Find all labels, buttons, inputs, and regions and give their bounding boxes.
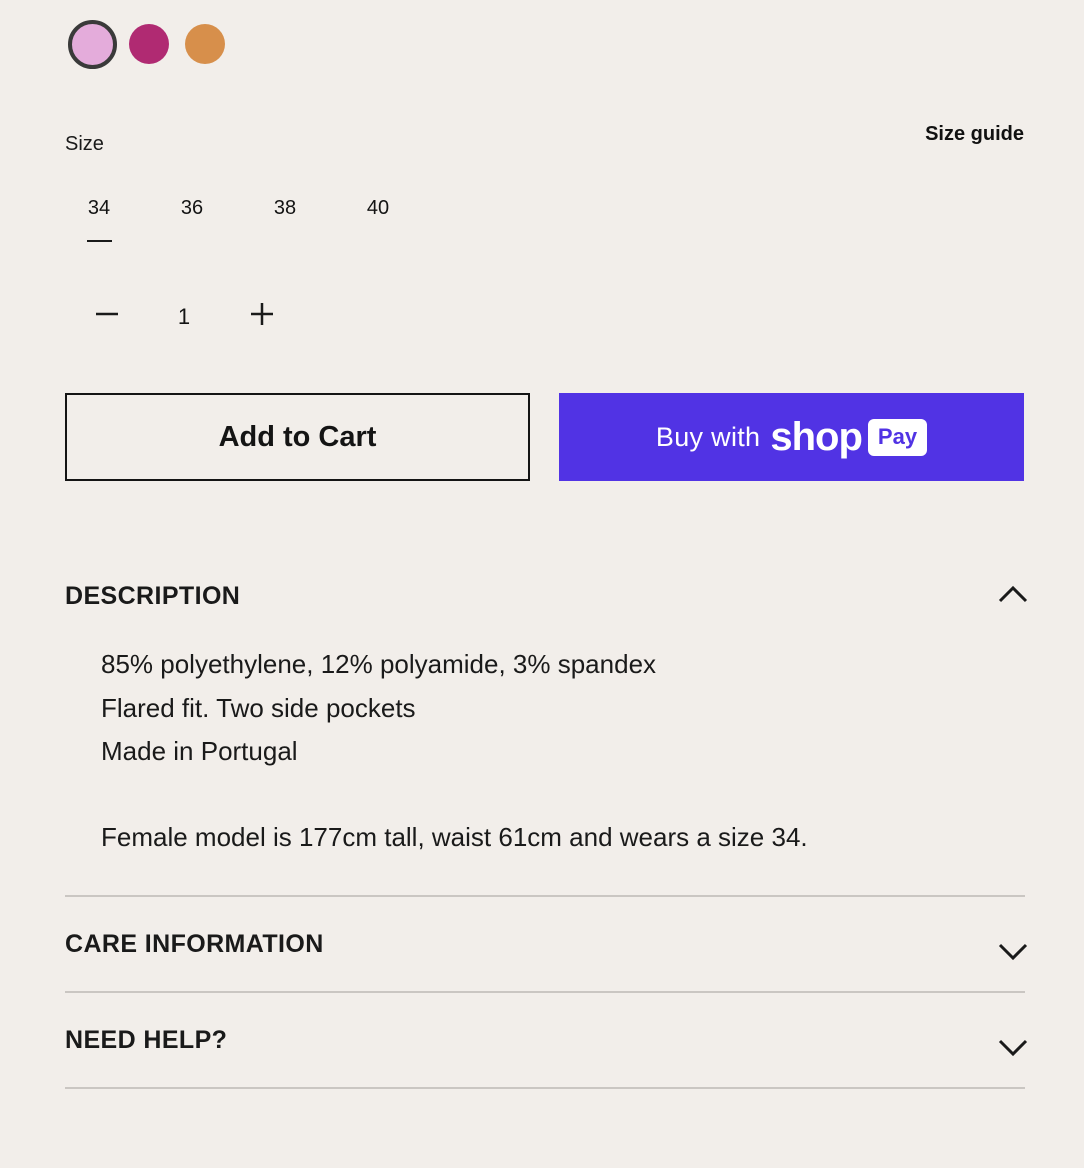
description-line: 85% polyethylene, 12% polyamide, 3% span…: [101, 649, 657, 679]
size-option-40[interactable]: 40: [358, 197, 398, 220]
shop-pay-prefix: Buy with: [655, 421, 761, 452]
description-accordion-header[interactable]: DESCRIPTION: [65, 582, 240, 611]
size-option-34[interactable]: 34: [79, 197, 119, 220]
description-line: Female model is 177cm tall, waist 61cm a…: [101, 822, 808, 852]
chevron-up-icon[interactable]: [997, 583, 1029, 605]
size-label: Size: [65, 133, 104, 155]
shop-pay-button[interactable]: Buy with shop Pay: [559, 393, 1024, 481]
description-line: Made in Portugal: [101, 736, 298, 766]
quantity-increment-button[interactable]: [242, 294, 282, 334]
quantity-value[interactable]: 1: [165, 304, 203, 330]
divider: [65, 1087, 1025, 1089]
chevron-down-icon[interactable]: [997, 941, 1029, 963]
divider: [65, 895, 1025, 897]
chevron-down-icon[interactable]: [997, 1037, 1029, 1059]
color-swatch-pink[interactable]: [68, 20, 117, 69]
plus-icon: [251, 303, 273, 325]
add-to-cart-button[interactable]: Add to Cart: [65, 393, 530, 481]
quantity-decrement-button[interactable]: [87, 294, 127, 334]
size-option-36[interactable]: 36: [172, 197, 212, 220]
divider: [65, 991, 1025, 993]
size-guide-link[interactable]: Size guide: [925, 123, 1024, 146]
color-swatch-orange[interactable]: [185, 24, 225, 64]
shop-logo: shop: [770, 415, 863, 459]
minus-icon: [96, 312, 118, 316]
care-accordion-header[interactable]: CARE INFORMATION: [65, 930, 324, 959]
pay-pill: Pay: [867, 418, 928, 456]
size-option-38[interactable]: 38: [265, 197, 305, 220]
selected-size-indicator: [87, 240, 112, 242]
description-line: Flared fit. Two side pockets: [101, 693, 416, 723]
help-accordion-header[interactable]: NEED HELP?: [65, 1026, 227, 1055]
color-swatch-magenta[interactable]: [129, 24, 169, 64]
